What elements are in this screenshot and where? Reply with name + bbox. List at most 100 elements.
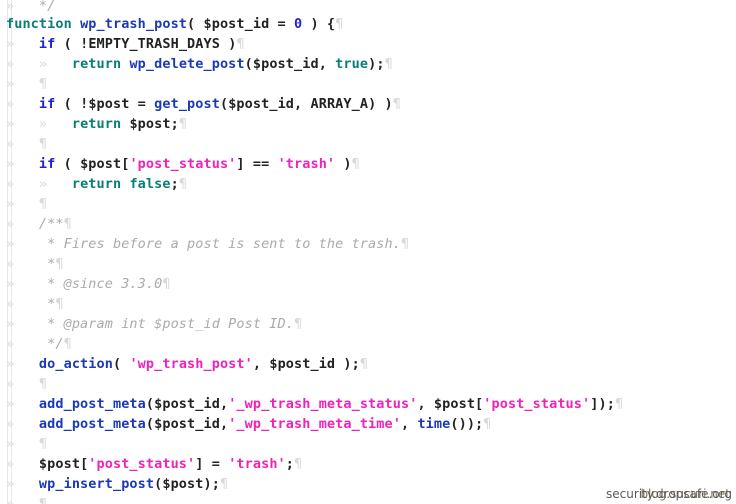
eol-mark: ¶ — [335, 16, 344, 32]
token-str: 'trash' — [228, 456, 286, 472]
token-punc: ); — [368, 56, 385, 72]
code-line[interactable]: » * @param int $post_id Post ID.¶ — [0, 314, 736, 334]
token-punc: ( — [145, 416, 155, 432]
tab-mark: » — [6, 496, 39, 504]
code-line[interactable]: » » return wp_delete_post($post_id, true… — [0, 54, 736, 74]
tab-mark: » — [6, 416, 39, 432]
tab-mark: » — [6, 176, 39, 192]
token-punc: , — [219, 396, 229, 412]
token-cmt: */ — [38, 336, 64, 352]
tab-mark: » — [6, 56, 39, 72]
token-var: $post — [88, 96, 130, 112]
token-punc: ) ) — [368, 96, 393, 112]
eol-mark: ¶ — [38, 136, 48, 152]
tab-mark: » — [6, 76, 39, 92]
token-punc: ] == — [236, 156, 278, 172]
eol-mark: ¶ — [236, 36, 245, 52]
tab-mark: » — [6, 376, 39, 392]
token-punc: , — [294, 96, 311, 112]
token-punc: ( — [112, 356, 130, 372]
tab-mark: » — [6, 136, 39, 152]
code-line[interactable]: » /**¶ — [0, 214, 736, 234]
code-line[interactable]: » » return $post;¶ — [0, 114, 736, 134]
tab-mark: » — [6, 356, 39, 372]
tab-mark: » — [6, 0, 39, 14]
code-line[interactable]: » ¶ — [0, 194, 736, 214]
tab-mark: » — [38, 176, 72, 192]
token-punc: , — [252, 356, 270, 372]
token-punc: ( — [187, 16, 204, 32]
code-line[interactable]: » *¶ — [0, 254, 736, 274]
token-str: 'post_status' — [129, 156, 237, 172]
tab-mark: » — [38, 116, 72, 132]
token-cmt: */ — [38, 0, 56, 14]
tab-mark: » — [6, 316, 39, 332]
token-punc: ( — [219, 96, 229, 112]
code-line[interactable]: » do_action( 'wp_trash_post', $post_id )… — [0, 354, 736, 374]
token-punc: , — [417, 396, 434, 412]
token-cmt: * — [38, 296, 56, 312]
token-var: $post — [433, 396, 476, 412]
code-line[interactable]: » * Fires before a post is sent to the t… — [0, 234, 736, 254]
code-line[interactable]: » */¶ — [0, 334, 736, 354]
code-line[interactable]: » add_post_meta($post_id,'_wp_trash_meta… — [0, 394, 736, 414]
eol-mark: ¶ — [55, 296, 64, 312]
token-punc: ( — [55, 96, 81, 112]
token-var: $post_id — [203, 16, 270, 32]
eol-mark: ¶ — [483, 416, 492, 432]
code-line[interactable]: » if ( !$post = get_post($post_id, ARRAY… — [0, 94, 736, 114]
code-line[interactable]: function wp_trash_post( $post_id = 0 ) {… — [0, 14, 736, 34]
eol-mark: ¶ — [38, 376, 48, 392]
token-punc: , — [318, 56, 336, 72]
token-punc: ) — [219, 36, 237, 52]
eol-mark: ¶ — [351, 156, 360, 172]
token-punc — [72, 16, 80, 32]
code-line[interactable]: » ¶ — [0, 74, 736, 94]
code-line[interactable]: » ¶ — [0, 374, 736, 394]
code-line[interactable]: » ¶ — [0, 134, 736, 154]
code-line[interactable]: » */ — [0, 0, 736, 14]
token-var: $post_id — [269, 356, 336, 372]
tab-mark: » — [6, 296, 39, 312]
code-line[interactable]: » *¶ — [0, 294, 736, 314]
token-punc: ) — [335, 156, 352, 172]
eol-mark: ¶ — [400, 236, 410, 252]
token-punc: ( — [145, 396, 155, 412]
code-line[interactable]: » $post['post_status'] = 'trash';¶ — [0, 454, 736, 474]
token-fn: add_post_meta — [38, 416, 146, 432]
token-fn: wp_insert_post — [38, 476, 155, 492]
code-line[interactable]: » add_post_meta($post_id,'_wp_trash_meta… — [0, 414, 736, 434]
tab-mark: » — [6, 216, 39, 232]
eol-mark: ¶ — [294, 456, 303, 472]
code-listing[interactable]: » */function wp_trash_post( $post_id = 0… — [0, 0, 736, 504]
code-line[interactable]: » * @since 3.3.0¶ — [0, 274, 736, 294]
token-fn: wp_delete_post — [129, 56, 245, 72]
code-line[interactable]: » » return false;¶ — [0, 174, 736, 194]
token-kw: return — [71, 176, 122, 192]
code-line[interactable]: » if ( $post['post_status'] == 'trash' )… — [0, 154, 736, 174]
token-punc: , — [219, 416, 229, 432]
token-punc: ); — [335, 356, 360, 372]
code-line[interactable]: » ¶ — [0, 434, 736, 454]
token-punc: ] = — [195, 456, 229, 472]
token-var: $post_id — [252, 56, 319, 72]
token-kw: true — [335, 56, 369, 72]
token-fn: do_action — [38, 356, 113, 372]
eol-mark: ¶ — [178, 176, 188, 192]
eol-mark: ¶ — [614, 396, 624, 412]
eol-mark: ¶ — [38, 436, 48, 452]
token-str: 'post_status' — [88, 456, 196, 472]
token-cmt: * @since 3.3.0 — [38, 276, 163, 292]
token-punc: ; — [170, 176, 179, 192]
token-str: '_wp_trash_meta_time' — [228, 416, 401, 432]
token-kw: return — [71, 116, 122, 132]
eol-mark: ¶ — [63, 216, 72, 232]
eol-mark: ¶ — [293, 316, 303, 332]
eol-mark: ¶ — [392, 96, 402, 112]
tab-mark: » — [6, 36, 39, 52]
token-const: EMPTY_TRASH_DAYS — [88, 36, 220, 52]
tab-mark: » — [6, 456, 39, 472]
tab-mark: » — [6, 116, 39, 132]
token-var: $post — [38, 456, 81, 472]
code-line[interactable]: » if ( !EMPTY_TRASH_DAYS )¶ — [0, 34, 736, 54]
